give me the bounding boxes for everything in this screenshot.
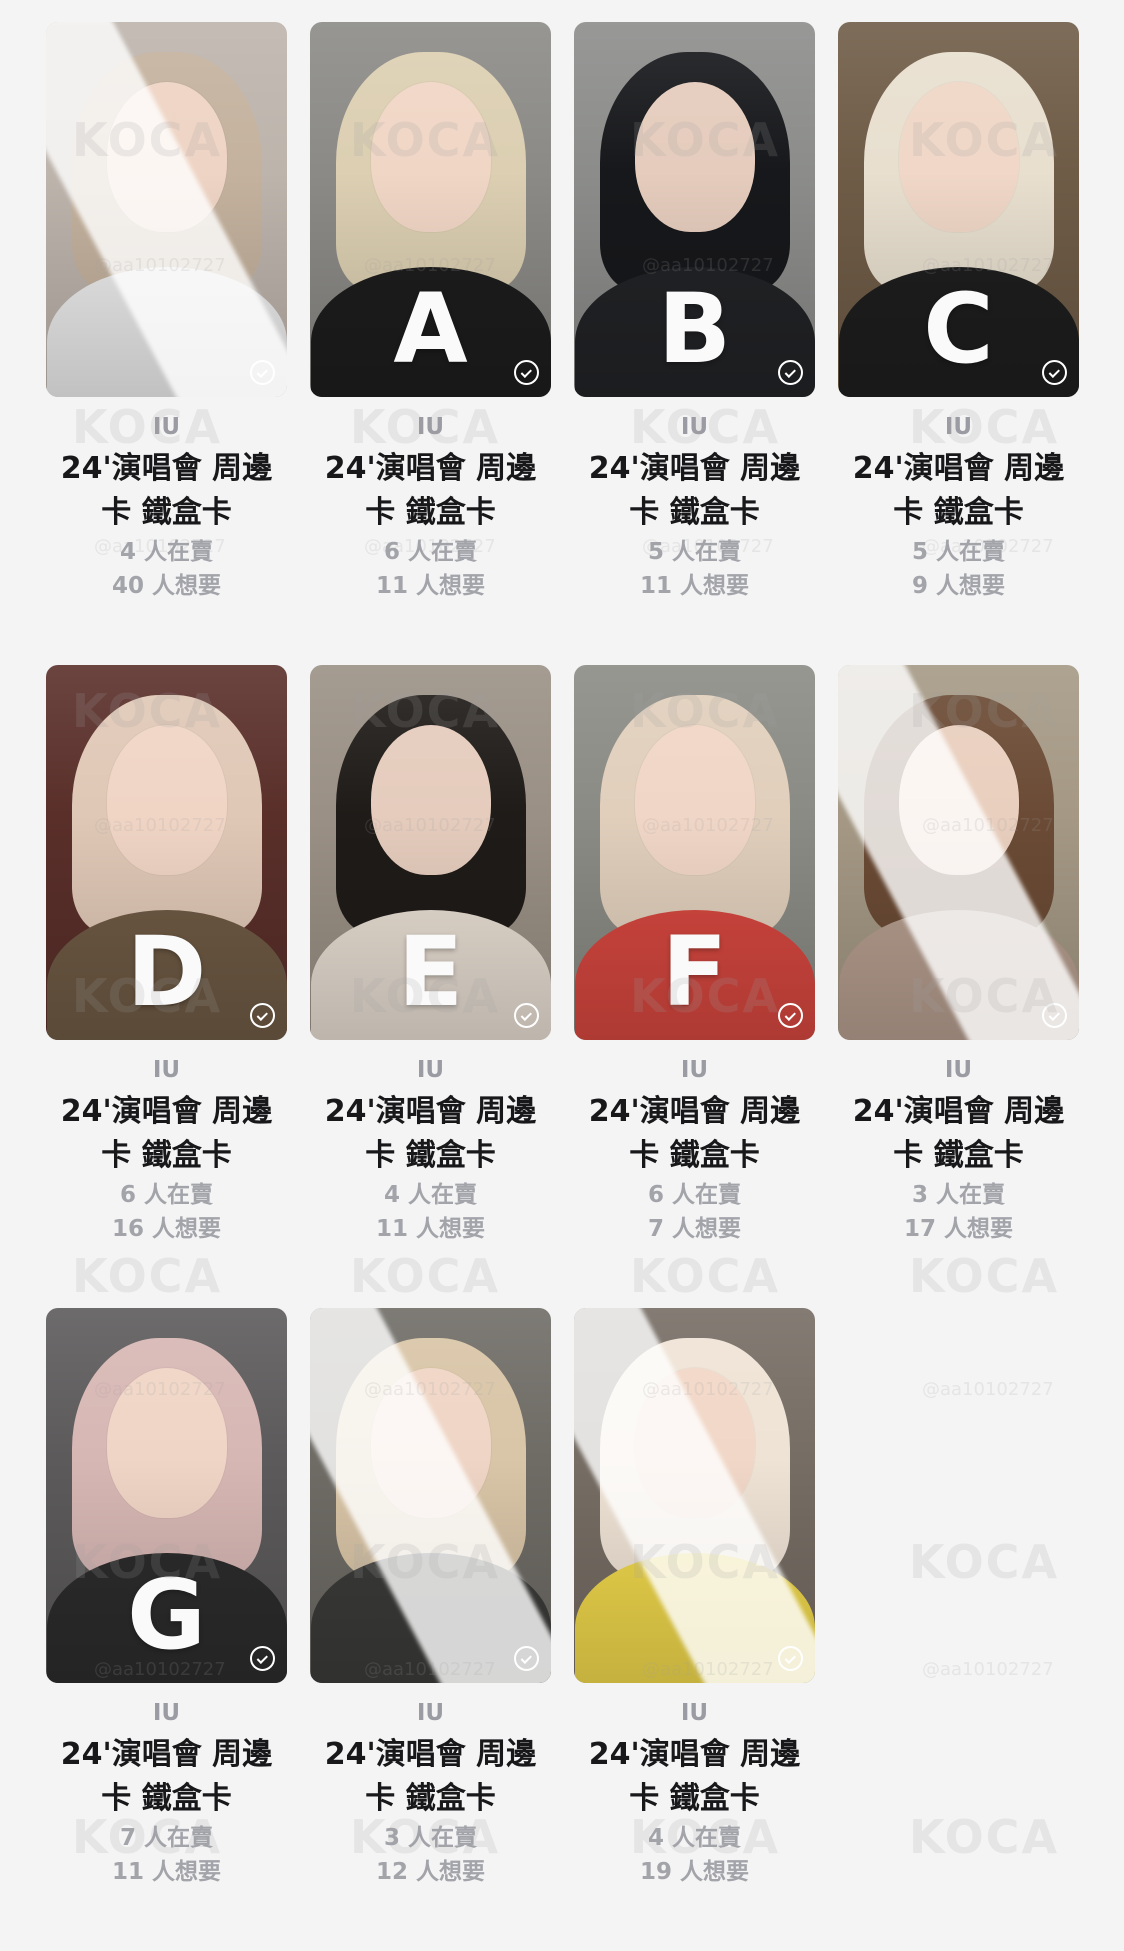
checkmark-icon[interactable] [514,1003,539,1028]
wants-count: 17 人想要 [903,1216,1013,1242]
sellers-count: 6 人在賣 [647,1182,741,1208]
photocard-item-3[interactable]: B IU 24'演唱會 周邊卡 鐵盒卡 5 人在賣 11 人想要 [574,22,815,665]
photocard-image-6[interactable]: E [310,665,551,1040]
photocard-item-11[interactable]: IU 24'演唱會 周邊卡 鐵盒卡 4 人在賣 19 人想要 [574,1308,815,1951]
card-title: 24'演唱會 周邊卡 鐵盒卡 [852,451,1065,530]
card-title: 24'演唱會 周邊卡 鐵盒卡 [60,451,273,530]
artist-name: IU [152,414,181,440]
checkmark-icon[interactable] [514,360,539,385]
card-title: 24'演唱會 周邊卡 鐵盒卡 [60,1094,273,1173]
photocard-letter: F [661,916,728,1028]
photocard-image-7[interactable]: F [574,665,815,1040]
photocard-image-10[interactable] [310,1308,551,1683]
photocard-item-5[interactable]: D IU 24'演唱會 周邊卡 鐵盒卡 6 人在賣 16 人想要 [46,665,287,1308]
checkmark-icon[interactable] [778,1646,803,1671]
artist-name: IU [416,1057,445,1083]
checkmark-icon[interactable] [514,1646,539,1671]
sellers-count: 7 人在賣 [119,1825,213,1851]
photocard-letter: G [127,1559,206,1671]
checkmark-icon[interactable] [1042,1003,1067,1028]
sellers-count: 3 人在賣 [911,1182,1005,1208]
artist-name: IU [152,1057,181,1083]
photocard-letter: D [126,916,207,1028]
photocard-letter: C [923,273,994,385]
artist-name: IU [944,414,973,440]
photocard-item-1[interactable]: IU 24'演唱會 周邊卡 鐵盒卡 4 人在賣 40 人想要 [46,22,287,665]
artist-name: IU [416,1700,445,1726]
card-title: 24'演唱會 周邊卡 鐵盒卡 [60,1737,273,1816]
wants-count: 40 人想要 [111,573,221,599]
sellers-count: 5 人在賣 [647,539,741,565]
artist-name: IU [416,414,445,440]
artist-name: IU [680,1700,709,1726]
artist-name: IU [680,1057,709,1083]
sellers-count: 5 人在賣 [911,539,1005,565]
photocard-item-9[interactable]: G IU 24'演唱會 周邊卡 鐵盒卡 7 人在賣 11 人想要 [46,1308,287,1951]
wants-count: 11 人想要 [375,573,485,599]
sellers-count: 6 人在賣 [119,1182,213,1208]
photocard-image-3[interactable]: B [574,22,815,397]
photocard-item-7[interactable]: F IU 24'演唱會 周邊卡 鐵盒卡 6 人在賣 7 人想要 [574,665,815,1308]
wants-count: 11 人想要 [111,1859,221,1885]
photocard-image-1[interactable] [46,22,287,397]
checkmark-icon[interactable] [778,1003,803,1028]
photocard-item-8[interactable]: IU 24'演唱會 周邊卡 鐵盒卡 3 人在賣 17 人想要 [838,665,1079,1308]
photocard-item-10[interactable]: IU 24'演唱會 周邊卡 鐵盒卡 3 人在賣 12 人想要 [310,1308,551,1951]
photocard-image-2[interactable]: A [310,22,551,397]
checkmark-icon[interactable] [250,1003,275,1028]
wants-count: 11 人想要 [639,573,749,599]
wants-count: 9 人想要 [911,573,1005,599]
wants-count: 19 人想要 [639,1859,749,1885]
checkmark-icon[interactable] [778,360,803,385]
photocard-item-4[interactable]: C IU 24'演唱會 周邊卡 鐵盒卡 5 人在賣 9 人想要 [838,22,1079,665]
sellers-count: 3 人在賣 [383,1825,477,1851]
photocard-item-2[interactable]: A IU 24'演唱會 周邊卡 鐵盒卡 6 人在賣 11 人想要 [310,22,551,665]
card-title: 24'演唱會 周邊卡 鐵盒卡 [324,1737,537,1816]
sellers-count: 4 人在賣 [647,1825,741,1851]
checkmark-icon[interactable] [250,1646,275,1671]
card-title: 24'演唱會 周邊卡 鐵盒卡 [852,1094,1065,1173]
photocard-image-5[interactable]: D [46,665,287,1040]
artist-name: IU [944,1057,973,1083]
photocard-item-6[interactable]: E IU 24'演唱會 周邊卡 鐵盒卡 4 人在賣 11 人想要 [310,665,551,1308]
photocard-grid: IU 24'演唱會 周邊卡 鐵盒卡 4 人在賣 40 人想要 A IU 24'演… [46,22,1079,1951]
photocard-letter: B [657,273,732,385]
card-title: 24'演唱會 周邊卡 鐵盒卡 [324,451,537,530]
wants-count: 7 人想要 [647,1216,741,1242]
card-title: 24'演唱會 周邊卡 鐵盒卡 [588,451,801,530]
card-title: 24'演唱會 周邊卡 鐵盒卡 [588,1737,801,1816]
sellers-count: 4 人在賣 [383,1182,477,1208]
wants-count: 11 人想要 [375,1216,485,1242]
photocard-letter: E [397,916,464,1028]
artist-name: IU [152,1700,181,1726]
sellers-count: 6 人在賣 [383,539,477,565]
card-title: 24'演唱會 周邊卡 鐵盒卡 [324,1094,537,1173]
sellers-count: 4 人在賣 [119,539,213,565]
checkmark-icon[interactable] [1042,360,1067,385]
artist-name: IU [680,414,709,440]
photocard-image-8[interactable] [838,665,1079,1040]
card-title: 24'演唱會 周邊卡 鐵盒卡 [588,1094,801,1173]
photocard-image-9[interactable]: G [46,1308,287,1683]
wants-count: 12 人想要 [375,1859,485,1885]
photocard-image-11[interactable] [574,1308,815,1683]
photocard-image-4[interactable]: C [838,22,1079,397]
wants-count: 16 人想要 [111,1216,221,1242]
photocard-letter: A [393,273,468,385]
checkmark-icon[interactable] [250,360,275,385]
